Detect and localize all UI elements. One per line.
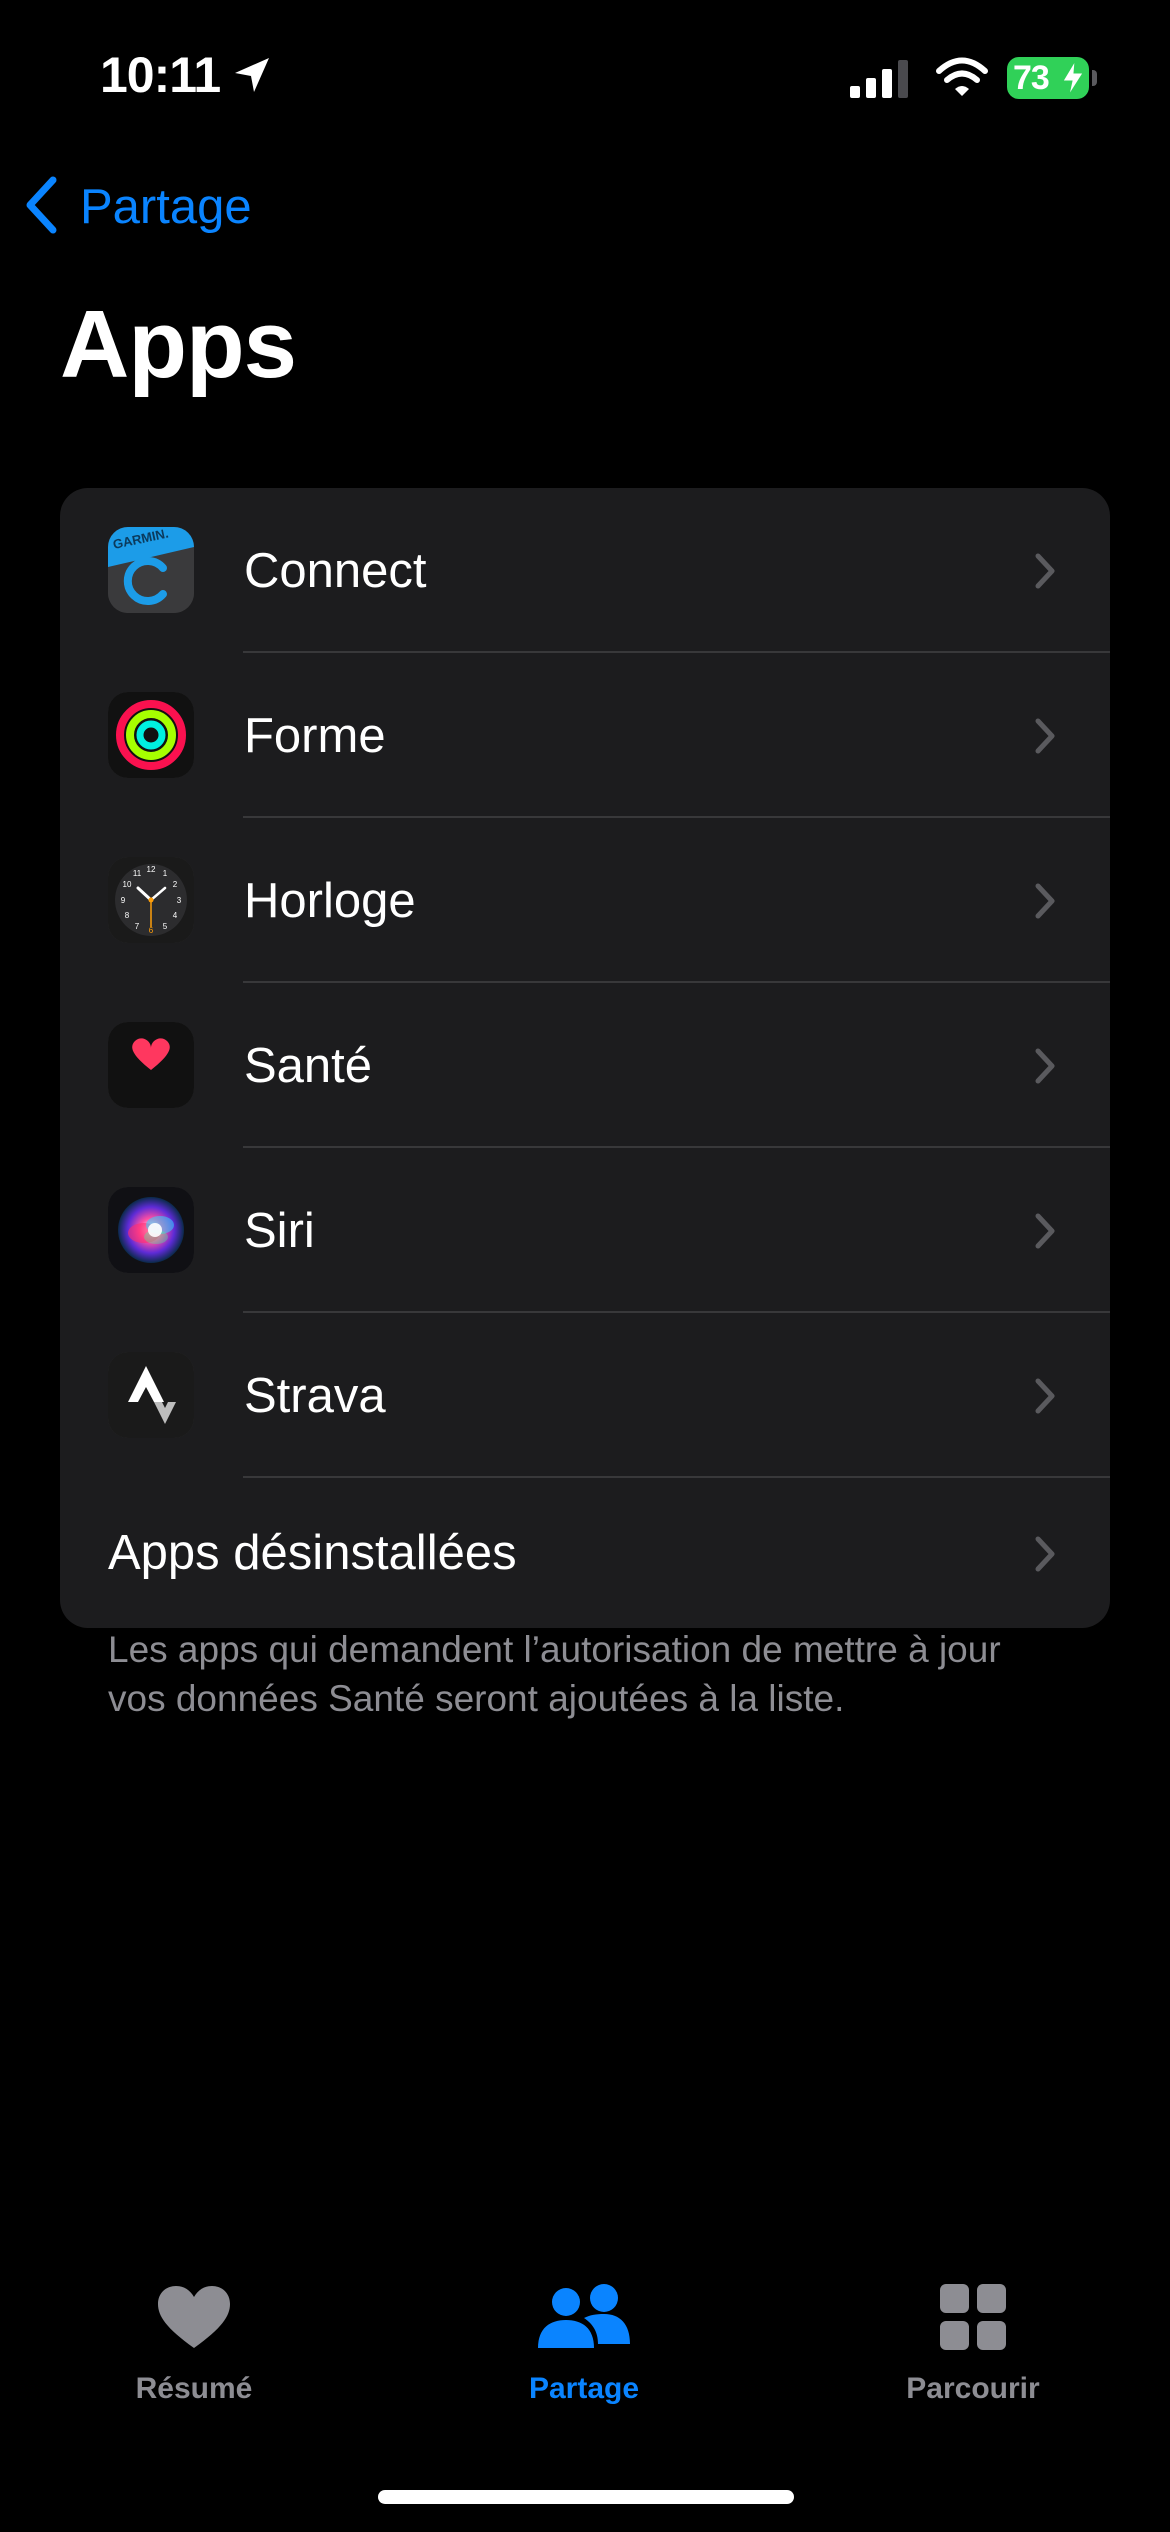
list-item-label: Connect	[244, 543, 427, 598]
status-bar: 10:11 73	[0, 0, 1170, 150]
chevron-right-icon	[1034, 1377, 1056, 1420]
tab-partage[interactable]: Partage	[434, 2270, 734, 2406]
chevron-right-icon	[1034, 1535, 1056, 1578]
svg-text:8: 8	[125, 911, 130, 920]
tab-resume[interactable]: Résumé	[44, 2270, 344, 2406]
svg-text:7: 7	[135, 922, 140, 931]
battery-icon: 73	[1007, 57, 1089, 99]
garmin-connect-app-icon: GARMIN.	[108, 527, 194, 613]
location-arrow-icon	[232, 55, 272, 100]
svg-text:6: 6	[149, 926, 154, 935]
page-title: Apps	[60, 291, 297, 398]
list-item-uninstalled-apps[interactable]: Apps désinstallées	[60, 1478, 1110, 1628]
fitness-rings-app-icon	[108, 692, 194, 778]
svg-text:9: 9	[121, 896, 126, 905]
list-item-forme[interactable]: Forme	[60, 653, 1110, 818]
svg-text:5: 5	[163, 922, 168, 931]
chevron-right-icon	[1034, 552, 1056, 595]
tab-bar: Résumé Partage Parcourir	[0, 2270, 1170, 2450]
tab-parcourir[interactable]: Parcourir	[823, 2270, 1123, 2406]
list-item-label: Strava	[244, 1368, 386, 1423]
chevron-right-icon	[1034, 1047, 1056, 1090]
heart-icon	[156, 2270, 232, 2350]
chevron-right-icon	[1034, 1212, 1056, 1255]
siri-app-icon	[108, 1187, 194, 1273]
health-heart-app-icon	[108, 1022, 194, 1108]
svg-text:10: 10	[123, 880, 132, 889]
svg-text:2: 2	[173, 880, 178, 889]
grid-icon	[940, 2270, 1006, 2350]
list-item-horloge[interactable]: 12 1 2 345 678 9 10 11 Horloge	[60, 818, 1110, 983]
list-item-label: Horloge	[244, 873, 416, 928]
svg-text:1: 1	[163, 869, 168, 878]
wifi-icon	[936, 56, 988, 103]
status-time: 10:11	[100, 47, 221, 103]
list-item-label: Apps désinstallées	[108, 1526, 517, 1580]
back-button[interactable]: Partage	[24, 175, 252, 239]
tab-label: Résumé	[135, 2372, 253, 2405]
tab-label: Parcourir	[906, 2372, 1040, 2405]
svg-text:12: 12	[147, 865, 156, 874]
home-indicator[interactable]	[378, 2490, 794, 2504]
list-item-strava[interactable]: Strava	[60, 1313, 1110, 1478]
tab-label: Partage	[528, 2372, 640, 2405]
list-item-connect[interactable]: GARMIN. Connect	[60, 488, 1110, 653]
svg-text:3: 3	[177, 896, 182, 905]
battery-level: 73	[1013, 58, 1050, 97]
svg-text:11: 11	[133, 869, 142, 878]
list-item-sante[interactable]: Santé	[60, 983, 1110, 1148]
battery-cap	[1092, 70, 1097, 86]
cellular-signal-icon	[850, 58, 912, 103]
list-item-label: Forme	[244, 708, 386, 763]
list-item-label: Santé	[244, 1038, 373, 1093]
chevron-right-icon	[1034, 882, 1056, 925]
list-item-label: Siri	[244, 1203, 315, 1258]
people-icon	[536, 2270, 632, 2350]
svg-text:4: 4	[173, 911, 178, 920]
list-item-siri[interactable]: Siri	[60, 1148, 1110, 1313]
strava-app-icon	[108, 1352, 194, 1438]
charging-bolt-icon	[1062, 60, 1084, 100]
chevron-right-icon	[1034, 717, 1056, 760]
apps-list: GARMIN. Connect Forme 12 1 2 3 4 5 6 7 8…	[60, 488, 1110, 1628]
back-button-label: Partage	[80, 180, 252, 234]
clock-app-icon: 12 1 2 345 678 9 10 11	[108, 857, 194, 943]
list-footer-note: Les apps qui demandent l’autorisation de…	[108, 1629, 1001, 1719]
chevron-left-icon	[24, 176, 58, 239]
